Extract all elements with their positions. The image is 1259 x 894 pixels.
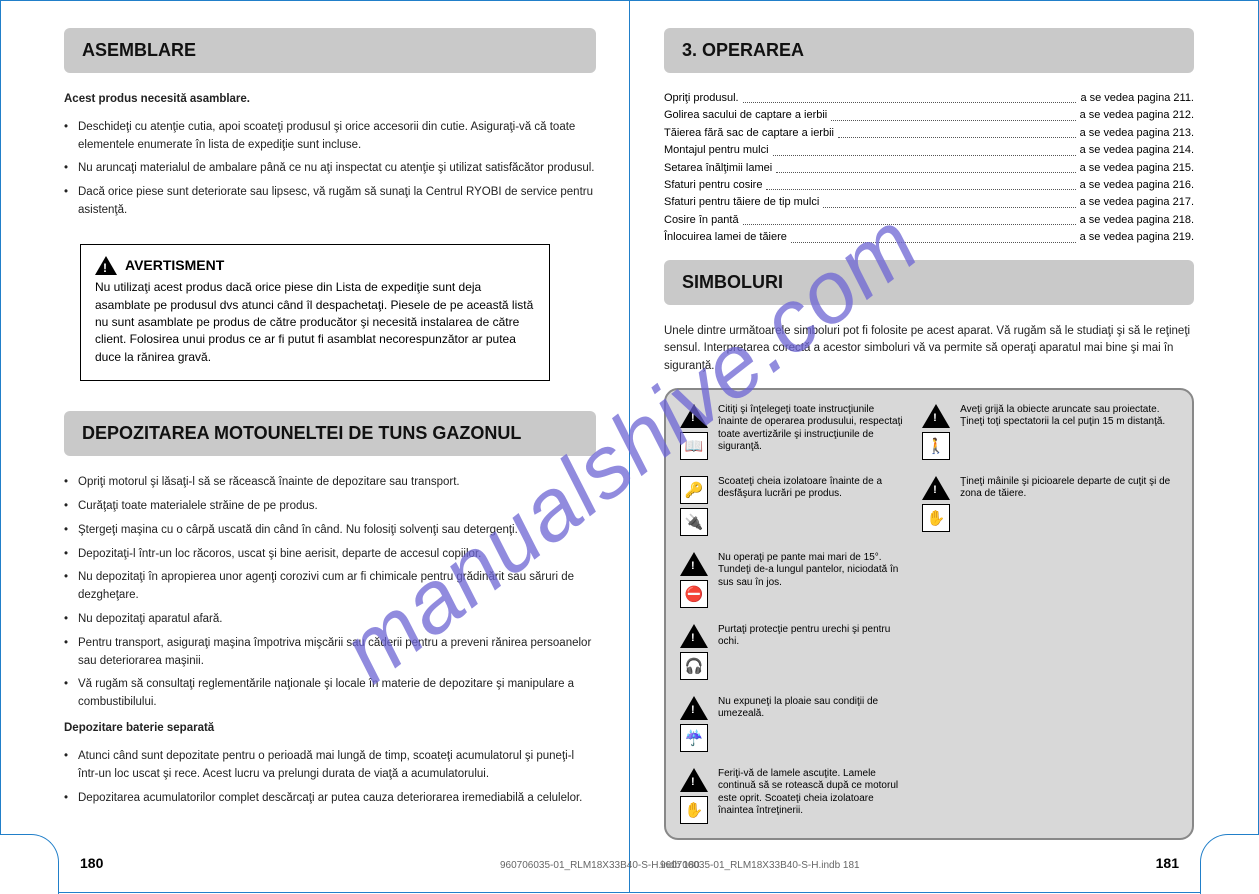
- bullet: Dacă orice piese sunt deteriorate sau li…: [64, 184, 596, 220]
- symbol-text: Nu operaţi pe pante mai mari de 15°. Tun…: [718, 552, 904, 590]
- bullet: Ştergeţi maşina cu o cârpă uscată din câ…: [64, 522, 596, 540]
- bullet: Nu depozitaţi în apropierea unor agenţi …: [64, 569, 596, 605]
- symbol-row: ☔ Nu expuneţi la ploaie sau condiţii de u…: [680, 696, 904, 752]
- symbol-row: 🚶 Aveţi grijă la obiecte aruncate sau pro…: [922, 404, 1178, 460]
- page-num-right: 181: [1156, 855, 1179, 871]
- symbol-row: ⛔ Nu operaţi pe pante mai mari de 15°. Tu…: [680, 552, 904, 608]
- toc-row: Opriţi produsul.a se vedea pagina 211.: [664, 91, 1194, 106]
- symbol-row: 📖 Citiţi şi înţelegeţi toate instrucţiuni…: [680, 404, 904, 460]
- bullet: Vă rugăm să consultaţi reglementările na…: [64, 676, 596, 712]
- toc-row: Tăierea fără sac de captare a ierbiia se…: [664, 126, 1194, 141]
- toc-row: Înlocuirea lamei de tăierea se vedea pag…: [664, 230, 1194, 245]
- bullet: Depozitaţi-l într-un loc răcoros, uscat …: [64, 546, 596, 564]
- heading-ops: 3. OPERAREA: [664, 28, 1194, 73]
- bullet: Deschideţi cu atenţie cutia, apoi scoate…: [64, 119, 596, 155]
- key-icon: 🔑: [680, 476, 708, 504]
- battery-heading: Depozitare baterie separată: [64, 720, 596, 738]
- toc-row: Sfaturi pentru tăiere de tip mulcia se v…: [664, 195, 1194, 210]
- toc-row: Golirea sacului de captare a ierbiia se …: [664, 108, 1194, 123]
- left-page: ASEMBLARE Acest produs necesită asamblar…: [20, 0, 630, 893]
- bullet: Nu aruncaţi materialul de ambalare până …: [64, 160, 596, 178]
- hand-icon: ✋: [922, 504, 950, 532]
- heading-storage: DEPOZITAREA MOTOUNELTEI DE TUNS GAZONUL: [64, 411, 596, 456]
- person-icon: 🚶: [922, 432, 950, 460]
- warning-triangle-icon: [680, 768, 708, 792]
- symbols-intro: Unele dintre următoarele simboluri pot f…: [664, 323, 1194, 376]
- warning-triangle-icon: [680, 624, 708, 648]
- symbol-text: Ţineţi mâinile şi picioarele departe de …: [960, 476, 1178, 501]
- symbol-row: ✋ Ţineţi mâinile şi picioarele departe de…: [922, 476, 1178, 532]
- symbol-text: Scoateţi cheia izolatoare înainte de a d…: [718, 476, 904, 501]
- symbol-text: Nu expuneţi la ploaie sau condiţii de um…: [718, 696, 904, 721]
- toc-row: Setarea înălţimii lameia se vedea pagina…: [664, 161, 1194, 176]
- warning-triangle-icon: [95, 256, 117, 275]
- warning-triangle-icon: [922, 404, 950, 428]
- warning-triangle-icon: [680, 552, 708, 576]
- symbol-text: Purtaţi protecţie pentru urechi şi pentr…: [718, 624, 904, 649]
- warning-triangle-icon: [680, 404, 708, 428]
- page-num-left: 180: [80, 855, 103, 871]
- symbol-text: Feriţi-vă de lamele ascuţite. Lamele con…: [718, 768, 904, 818]
- warning-text: Nu utilizaţi acest produs dacă orice pie…: [95, 279, 535, 366]
- rain-icon: ☔: [680, 724, 708, 752]
- symbols-panel: 📖 Citiţi şi înţelegeţi toate instrucţiuni…: [664, 388, 1194, 840]
- toc-row: Sfaturi pentru cosirea se vedea pagina 2…: [664, 178, 1194, 193]
- book-icon: 📖: [680, 432, 708, 460]
- ear-icon: 🎧: [680, 652, 708, 680]
- symbol-row: ✋ Feriţi-vă de lamele ascuţite. Lamele co…: [680, 768, 904, 824]
- heading-assemble: ASEMBLARE: [64, 28, 596, 73]
- footer-code-right: 960706035-01_RLM18X33B40-S-H.indb 181: [660, 860, 860, 871]
- para-requires: Acest produs necesită asamblare.: [64, 91, 596, 109]
- bullet: Nu depozitaţi aparatul afară.: [64, 611, 596, 629]
- heading-symbols: SIMBOLURI: [664, 260, 1194, 305]
- warning-triangle-icon: [922, 476, 950, 500]
- bullet: Pentru transport, asiguraţi maşina împot…: [64, 635, 596, 671]
- bullet: Curăţaţi toate materialele străine de pe…: [64, 498, 596, 516]
- toc-row: Montajul pentru mulcia se vedea pagina 2…: [664, 143, 1194, 158]
- blade-icon: ✋: [680, 796, 708, 824]
- bullet: Opriţi motorul şi lăsaţi-l să se răceasc…: [64, 474, 596, 492]
- symbol-text: Aveţi grijă la obiecte aruncate sau proi…: [960, 404, 1178, 429]
- bullet: Depozitarea acumulatorilor complet descă…: [64, 790, 596, 808]
- symbol-row: 🔑 🔌 Scoateţi cheia izolatoare înainte de a…: [680, 476, 904, 536]
- right-page: 3. OPERAREA Opriţi produsul.a se vedea p…: [630, 0, 1238, 893]
- warning-triangle-icon: [680, 696, 708, 720]
- warning-title: AVERTISMENT: [125, 255, 224, 275]
- plug-icon: 🔌: [680, 508, 708, 536]
- warning-box: AVERTISMENT Nu utilizaţi acest produs da…: [80, 244, 550, 381]
- toc-row: Cosire în pantăa se vedea pagina 218.: [664, 213, 1194, 228]
- symbol-text: Citiţi şi înţelegeţi toate instrucţiunil…: [718, 404, 904, 454]
- bullet: Atunci când sunt depozitate pentru o per…: [64, 748, 596, 784]
- symbol-row: 🎧 Purtaţi protecţie pentru urechi şi pent…: [680, 624, 904, 680]
- nostep-icon: ⛔: [680, 580, 708, 608]
